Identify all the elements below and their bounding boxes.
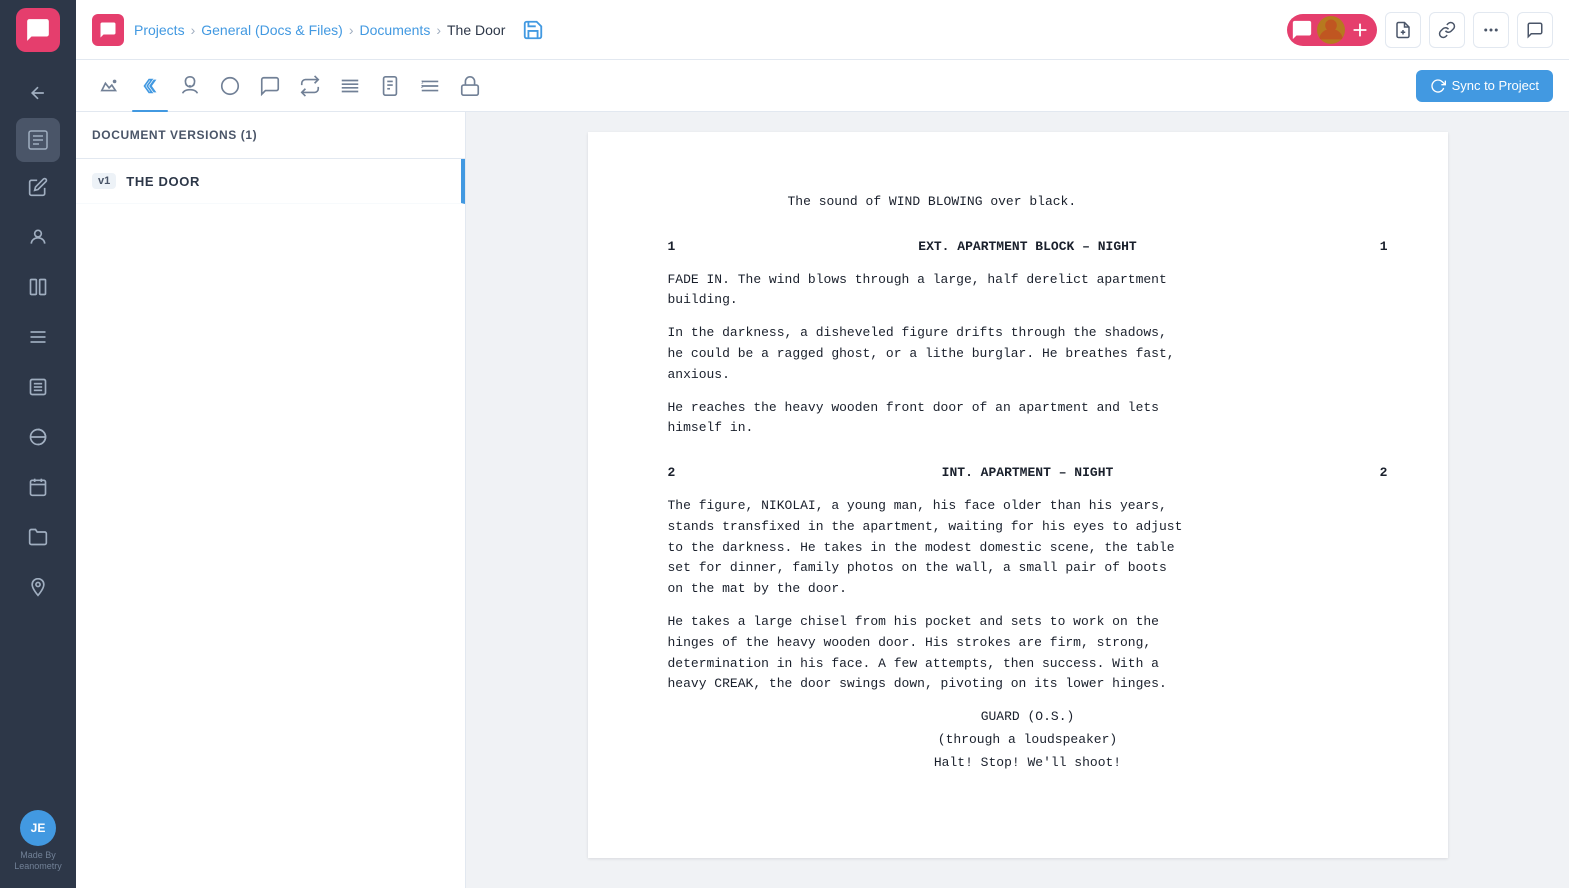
version-badge: v1 [92,173,116,189]
nav-document-thumb[interactable] [16,118,60,162]
version-item-1[interactable]: v1 THE DOOR [76,159,465,204]
version-title: THE DOOR [126,174,200,189]
toolbar: 1 2 Sync to Project [76,60,1569,112]
user-photo [1317,16,1345,44]
scene-2-action-1: He takes a large chisel from his pocket … [668,612,1388,695]
more-button[interactable] [1473,12,1509,48]
sidebar-header: DOCUMENT VERSIONS (1) [76,112,465,159]
scene-1-action-0: FADE IN. The wind blows through a large,… [668,270,1388,312]
header-right [1287,12,1553,48]
collaboration-group[interactable] [1287,14,1377,46]
app-logo[interactable] [16,8,60,52]
nav-back[interactable] [16,71,60,115]
user-avatar[interactable]: JE [20,810,56,846]
sync-to-project-button[interactable]: Sync to Project [1416,70,1553,102]
scene-2-dialogue: Halt! Stop! We'll shoot! [668,753,1388,774]
toolbar-lock[interactable] [452,68,488,104]
export-button[interactable] [1385,12,1421,48]
scene-1-heading: 1 EXT. APARTMENT BLOCK – NIGHT 1 [668,237,1388,258]
script-page: The sound of WIND BLOWING over black. 1 … [588,132,1448,858]
toolbar-flow[interactable] [292,68,328,104]
scene-1-action-2: He reaches the heavy wooden front door o… [668,398,1388,440]
breadcrumb: Projects › General (Docs & Files) › Docu… [92,14,1287,46]
scene-2-parenthetical: (through a loudspeaker) [668,730,1388,751]
scene-1-action-1: In the darkness, a disheveled figure dri… [668,323,1388,385]
nav-sports[interactable] [16,415,60,459]
scene-2-character: GUARD (O.S.) [668,707,1388,728]
nav-bottom: JE Made By Leanometry [0,810,76,880]
toolbar-numbering[interactable]: 1 2 [412,68,448,104]
scene-2-heading: 2 INT. APARTMENT – NIGHT 2 [668,463,1388,484]
nav-list[interactable] [16,365,60,409]
scene-2: 2 INT. APARTMENT – NIGHT 2 The figure, N… [668,463,1388,773]
breadcrumb-sep-1: › [191,22,196,38]
main-container: Projects › General (Docs & Files) › Docu… [76,0,1569,888]
app-breadcrumb-icon[interactable] [92,14,124,46]
scene-1: 1 EXT. APARTMENT BLOCK – NIGHT 1 FADE IN… [668,237,1388,439]
nav-edit[interactable] [16,165,60,209]
nav-character[interactable] [16,215,60,259]
toolbar-format[interactable] [332,68,368,104]
scene-2-action-0: The figure, NIKOLAI, a young man, his fa… [668,496,1388,600]
save-icon[interactable] [519,16,547,44]
made-by-label: Made By Leanometry [0,850,76,872]
script-intro: The sound of WIND BLOWING over black. [668,192,1388,213]
script-content: The sound of WIND BLOWING over black. 1 … [668,192,1388,774]
link-button[interactable] [1429,12,1465,48]
toolbar-document[interactable] [372,68,408,104]
nav-folder[interactable] [16,515,60,559]
breadcrumb-projects[interactable]: Projects [134,22,185,38]
left-nav: JE Made By Leanometry [0,0,76,888]
breadcrumb-sep-2: › [349,22,354,38]
nav-location[interactable] [16,565,60,609]
toolbar-character[interactable] [172,68,208,104]
content-area: DOCUMENT VERSIONS (1) v1 THE DOOR The so… [76,112,1569,888]
toolbar-beat[interactable] [212,68,248,104]
breadcrumb-documents[interactable]: Documents [360,22,431,38]
toolbar-script[interactable] [132,68,168,104]
nav-schedule[interactable] [16,315,60,359]
document-versions-sidebar: DOCUMENT VERSIONS (1) v1 THE DOOR [76,112,466,888]
toolbar-scene[interactable] [92,68,128,104]
nav-calendar[interactable] [16,465,60,509]
breadcrumb-current: The Door [447,22,505,38]
breadcrumb-general[interactable]: General (Docs & Files) [201,22,343,38]
nav-boards[interactable] [16,265,60,309]
toolbar-comment[interactable] [252,68,288,104]
script-viewer: The sound of WIND BLOWING over black. 1 … [466,112,1569,888]
chat-button[interactable] [1517,12,1553,48]
breadcrumb-sep-3: › [436,22,441,38]
top-header: Projects › General (Docs & Files) › Docu… [76,0,1569,60]
